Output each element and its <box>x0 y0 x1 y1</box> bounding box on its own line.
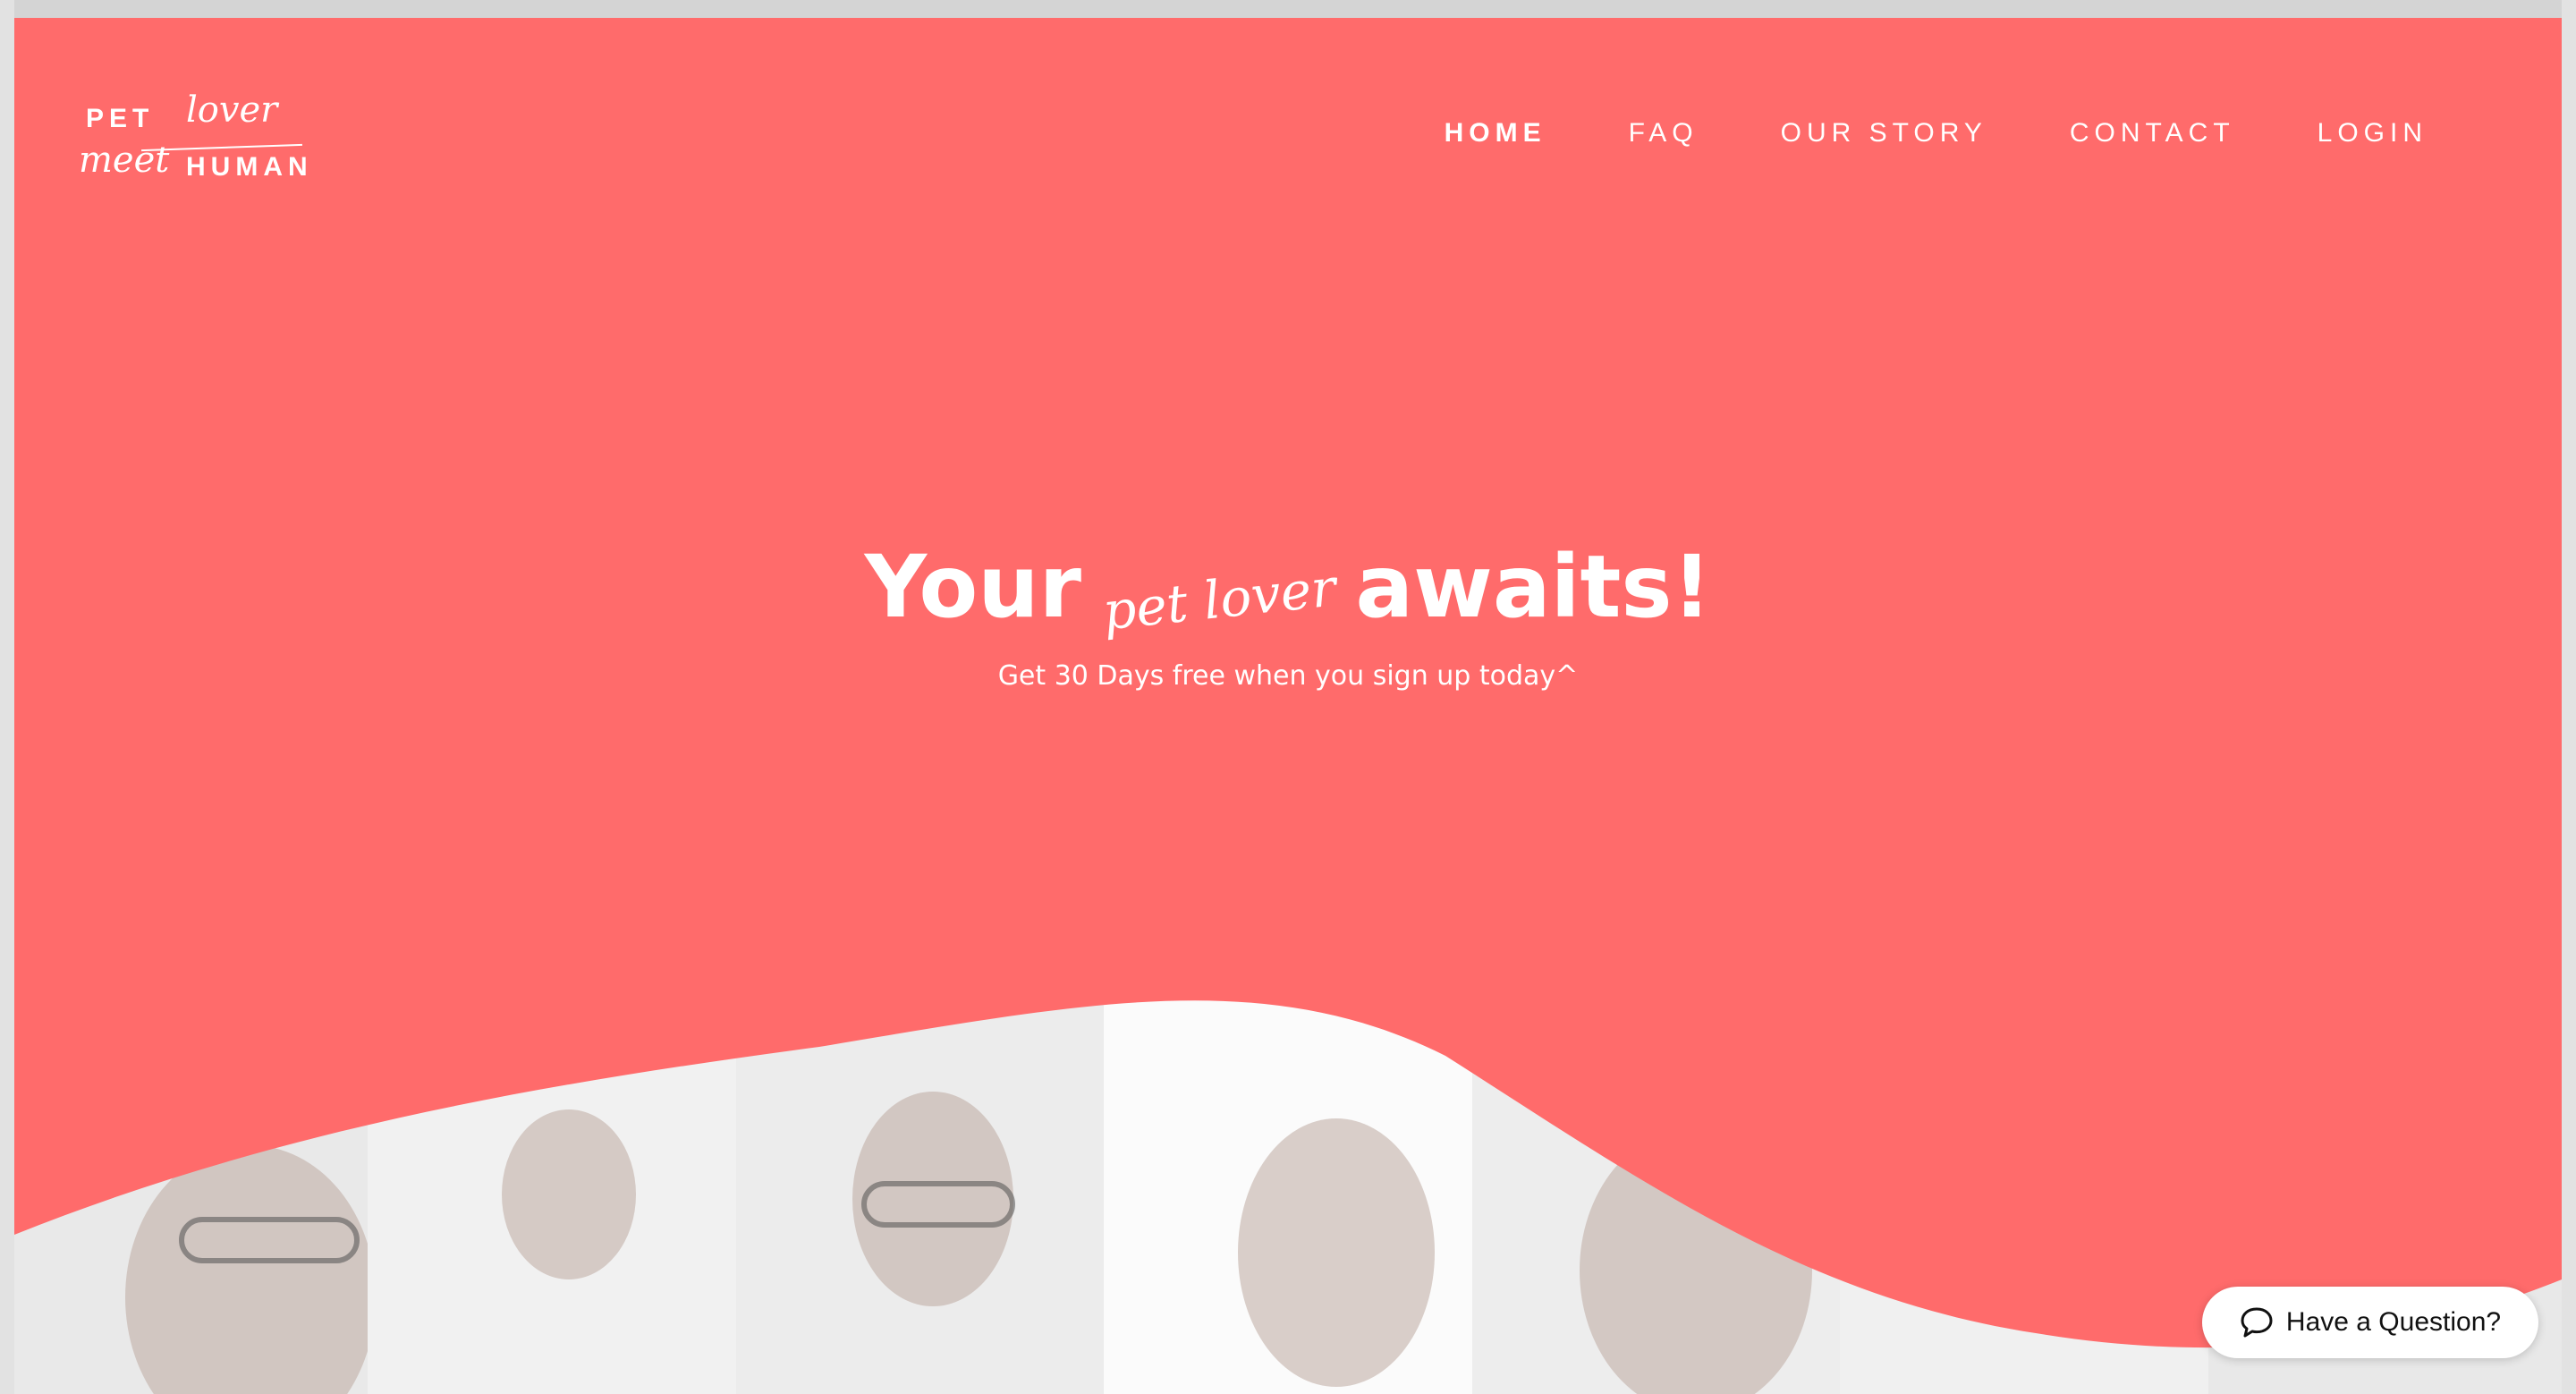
logo-lover-text: lover <box>186 89 278 131</box>
headline-pet-lover: pet lover <box>1100 557 1340 642</box>
nav-our-story[interactable]: OUR STORY <box>1781 118 1987 149</box>
logo-pet-text: PET <box>86 104 155 133</box>
right-edge <box>2562 0 2576 1394</box>
left-edge <box>0 0 14 1394</box>
main-nav: HOME FAQ OUR STORY CONTACT LOGIN <box>1445 118 2428 149</box>
hero-subline: Get 30 Days free when you sign up today^ <box>997 660 1579 692</box>
brand-logo[interactable]: PET lover meet HUMAN <box>70 82 320 199</box>
top-strip <box>0 0 2576 18</box>
speech-bubble-icon <box>2240 1306 2274 1339</box>
chat-label: Have a Question? <box>2285 1307 2502 1337</box>
have-a-question-button[interactable]: Have a Question? <box>2202 1287 2538 1358</box>
page: PET lover meet HUMAN HOME FAQ OUR STORY … <box>0 0 2576 1394</box>
nav-home[interactable]: HOME <box>1445 118 1546 149</box>
logo-meet-text: meet <box>79 140 170 181</box>
nav-faq[interactable]: FAQ <box>1629 118 1699 149</box>
site-header: PET lover meet HUMAN HOME FAQ OUR STORY … <box>14 18 2562 233</box>
hero-headline: Your pet lover awaits! <box>0 537 2576 642</box>
nav-contact[interactable]: CONTACT <box>2070 118 2235 149</box>
nav-login[interactable]: LOGIN <box>2318 118 2428 149</box>
headline-awaits: awaits! <box>1355 537 1712 637</box>
headline-your: Your <box>864 537 1081 637</box>
logo-human-text: HUMAN <box>186 152 313 182</box>
